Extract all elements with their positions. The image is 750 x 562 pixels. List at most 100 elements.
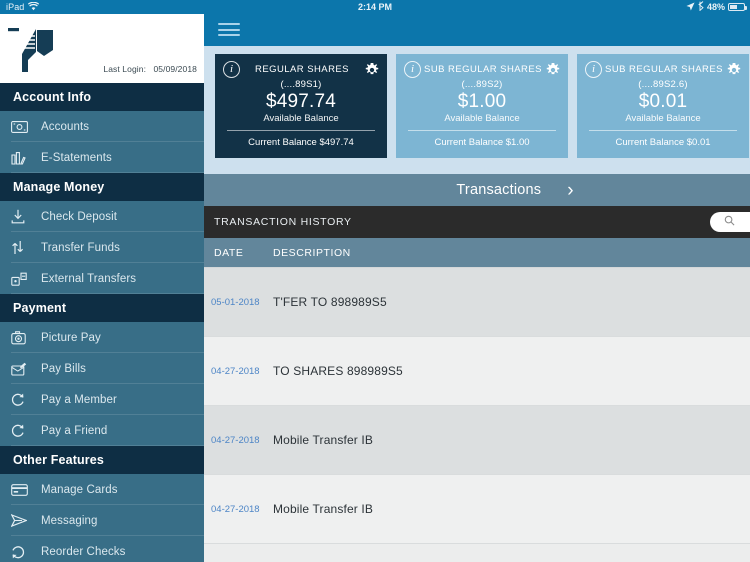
sidebar: Last Login: 05/09/2018 Account Info Accou… bbox=[0, 14, 204, 562]
refresh-circle-icon bbox=[11, 423, 33, 439]
table-row[interactable]: 05-01-2018 T'FER TO 898989S5 bbox=[204, 268, 750, 337]
gear-icon[interactable] bbox=[726, 61, 741, 77]
transaction-list: 05-01-2018 T'FER TO 898989S5 04-27-2018 TO … bbox=[204, 268, 750, 544]
sidebar-item-label: Check Deposit bbox=[41, 210, 118, 223]
transaction-date: 04-27-2018 bbox=[211, 503, 260, 515]
gear-icon[interactable] bbox=[545, 61, 560, 77]
transaction-description: TO SHARES 898989S5 bbox=[273, 364, 403, 378]
sidebar-item-label: Messaging bbox=[41, 514, 98, 527]
battery-percent: 48% bbox=[706, 2, 725, 12]
transaction-date: 04-27-2018 bbox=[211, 434, 260, 446]
current-balance-label: Current Balance $0.01 bbox=[615, 137, 711, 148]
transactions-label: Transactions bbox=[456, 182, 542, 198]
account-card[interactable]: i REGULAR SHARES (....89S1) $497.74 Availabl… bbox=[215, 54, 387, 158]
sidebar-section-header: Other Features bbox=[0, 446, 204, 474]
sidebar-item-check-deposit[interactable]: Check Deposit bbox=[0, 201, 204, 232]
account-card[interactable]: i SUB REGULAR SHARES (....89S2) $1.00 Availa… bbox=[396, 54, 568, 158]
account-title: SUB REGULAR SHARES bbox=[424, 64, 542, 75]
sidebar-header: Last Login: 05/09/2018 bbox=[0, 14, 204, 83]
status-bar-time: 2:14 PM bbox=[357, 2, 392, 12]
sidebar-item-label: Pay a Friend bbox=[41, 424, 108, 437]
credit-card-icon bbox=[11, 482, 33, 498]
column-header-description: DESCRIPTION bbox=[273, 246, 351, 259]
sidebar-item-label: External Transfers bbox=[41, 272, 137, 285]
hamburger-menu-icon[interactable] bbox=[218, 21, 240, 38]
sidebar-item-transfer-funds[interactable]: Transfer Funds bbox=[0, 232, 204, 263]
current-balance-label: Current Balance $1.00 bbox=[434, 137, 530, 148]
chevron-right-icon[interactable]: › bbox=[567, 181, 573, 200]
account-title: SUB REGULAR SHARES bbox=[605, 64, 723, 75]
account-number: (....89S1) bbox=[280, 79, 322, 90]
transaction-date: 05-01-2018 bbox=[211, 296, 260, 308]
external-transfer-icon bbox=[11, 271, 33, 287]
sidebar-item-accounts[interactable]: Accounts bbox=[0, 111, 204, 142]
sidebar-item-pay-bills[interactable]: Pay Bills bbox=[0, 353, 204, 384]
reorder-circle-icon bbox=[11, 544, 33, 560]
sidebar-item-manage-cards[interactable]: Manage Cards bbox=[0, 474, 204, 505]
transfer-arrows-icon bbox=[11, 240, 33, 256]
transactions-bar[interactable]: Transactions › bbox=[204, 174, 750, 206]
sidebar-section-header: Payment bbox=[0, 294, 204, 322]
sidebar-item-label: Manage Cards bbox=[41, 483, 118, 496]
transaction-column-headers: DATE DESCRIPTION bbox=[204, 238, 750, 268]
card-divider bbox=[589, 130, 737, 131]
transaction-description: Mobile Transfer IB bbox=[273, 502, 374, 516]
refresh-circle-icon bbox=[11, 392, 33, 408]
sidebar-item-pay-a-friend[interactable]: Pay a Friend bbox=[0, 415, 204, 446]
sidebar-section-header: Account Info bbox=[0, 83, 204, 111]
battery-icon bbox=[728, 3, 747, 11]
info-icon[interactable]: i bbox=[404, 61, 421, 78]
available-balance-label: Available Balance bbox=[263, 113, 339, 124]
sidebar-item-reorder-checks[interactable]: Reorder Checks bbox=[0, 536, 204, 562]
transaction-history-title: TRANSACTION HISTORY bbox=[214, 216, 352, 228]
last-login-value: 05/09/2018 bbox=[153, 64, 197, 74]
bill-pen-icon bbox=[11, 361, 33, 377]
sidebar-item-external-transfers[interactable]: External Transfers bbox=[0, 263, 204, 294]
money-bill-icon bbox=[11, 119, 33, 135]
table-row[interactable]: 04-27-2018 Mobile Transfer IB bbox=[204, 406, 750, 475]
bank-logo bbox=[6, 22, 58, 74]
sidebar-item-label: Transfer Funds bbox=[41, 241, 120, 254]
last-login-label: Last Login: bbox=[103, 64, 147, 74]
sidebar-item-label: Pay a Member bbox=[41, 393, 117, 406]
sidebar-item-label: E-Statements bbox=[41, 151, 112, 164]
location-arrow-icon bbox=[686, 1, 695, 13]
sidebar-item-e-statements[interactable]: E-Statements bbox=[0, 142, 204, 173]
account-card[interactable]: i SUB REGULAR SHARES (....89S2.6) $0.01 Avai… bbox=[577, 54, 749, 158]
camera-icon bbox=[11, 330, 33, 346]
account-number: (....89S2) bbox=[461, 79, 503, 90]
table-row[interactable]: 04-27-2018 Mobile Transfer IB bbox=[204, 475, 750, 544]
transaction-description: T'FER TO 898989S5 bbox=[273, 295, 387, 309]
status-bar-right: 48% bbox=[686, 1, 747, 13]
transaction-history-bar: TRANSACTION HISTORY bbox=[204, 206, 750, 238]
sidebar-item-label: Pay Bills bbox=[41, 362, 86, 375]
table-row[interactable]: 04-27-2018 TO SHARES 898989S5 bbox=[204, 337, 750, 406]
paper-plane-icon bbox=[11, 513, 33, 529]
info-icon[interactable]: i bbox=[223, 61, 240, 78]
account-number: (....89S2.6) bbox=[638, 79, 688, 90]
transaction-date: 04-27-2018 bbox=[211, 365, 260, 377]
sidebar-item-label: Picture Pay bbox=[41, 331, 101, 344]
account-cards-strip: i REGULAR SHARES (....89S1) $497.74 Availabl… bbox=[204, 46, 750, 174]
sidebar-item-label: Accounts bbox=[41, 120, 90, 133]
account-amount: $1.00 bbox=[457, 91, 507, 112]
main-content: i REGULAR SHARES (....89S1) $497.74 Availabl… bbox=[204, 14, 750, 562]
search-icon bbox=[724, 215, 735, 229]
sidebar-item-pay-a-member[interactable]: Pay a Member bbox=[0, 384, 204, 415]
card-divider bbox=[227, 130, 375, 131]
available-balance-label: Available Balance bbox=[444, 113, 520, 124]
account-amount: $497.74 bbox=[265, 91, 337, 112]
last-login: Last Login: 05/09/2018 bbox=[103, 64, 197, 74]
card-divider bbox=[408, 130, 556, 131]
sidebar-item-messaging[interactable]: Messaging bbox=[0, 505, 204, 536]
sidebar-item-picture-pay[interactable]: Picture Pay bbox=[0, 322, 204, 353]
info-icon[interactable]: i bbox=[585, 61, 602, 78]
column-header-date: DATE bbox=[214, 246, 244, 259]
gear-icon[interactable] bbox=[364, 61, 379, 77]
available-balance-label: Available Balance bbox=[625, 113, 701, 124]
account-title: REGULAR SHARES bbox=[255, 64, 349, 75]
sidebar-section-header: Manage Money bbox=[0, 173, 204, 201]
search-box[interactable] bbox=[710, 212, 750, 232]
account-amount: $0.01 bbox=[638, 91, 688, 112]
status-bar: iPad 2:14 PM 48% bbox=[0, 0, 750, 14]
